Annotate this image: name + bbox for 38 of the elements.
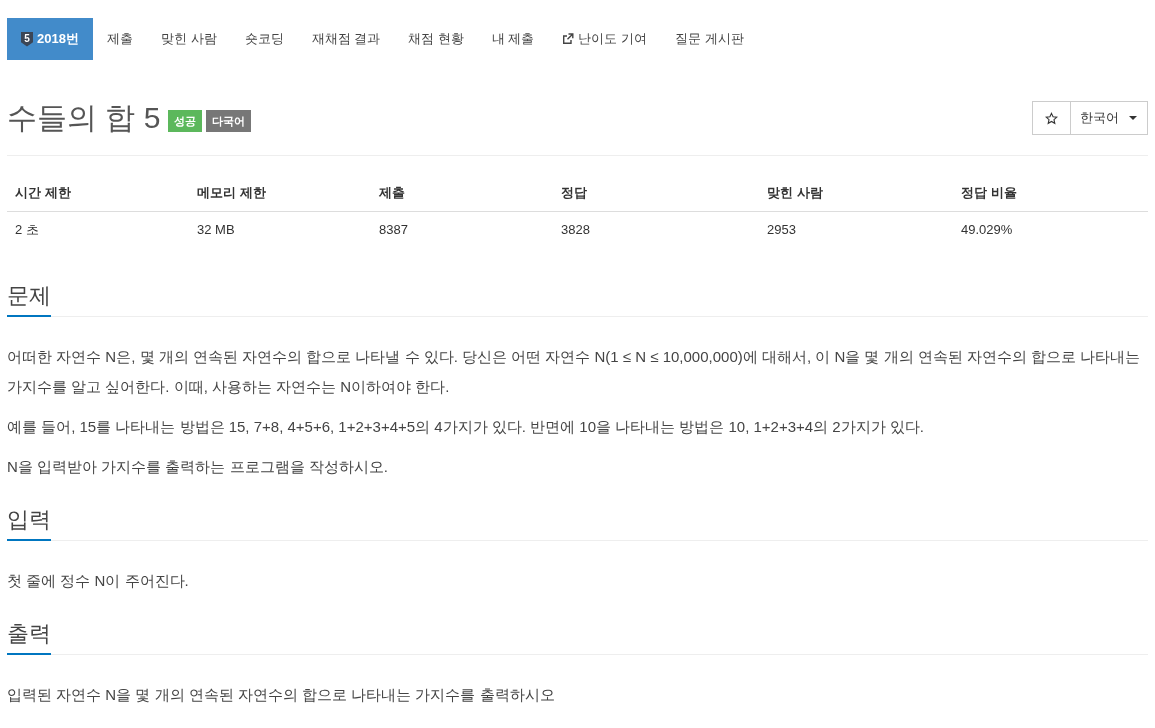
problem-title: 수들의 합 5 <box>7 101 161 135</box>
star-icon <box>1045 111 1058 125</box>
paragraph: 입력된 자연수 N을 몇 개의 연속된 자연수의 합으로 나타내는 가지수를 출력하시오 <box>7 685 556 705</box>
nav-tab[interactable]: 내 제출 <box>477 18 549 60</box>
nav-tab[interactable]: 제출 <box>92 18 147 60</box>
table-cell: 8387 <box>379 222 408 237</box>
level-badge: 5 <box>21 31 33 47</box>
language-select[interactable]: 한국어 <box>1070 101 1148 135</box>
section-heading: 문제 <box>7 281 51 317</box>
paragraph: 첫 줄에 정수 N이 주어진다. <box>7 571 190 591</box>
section-heading: 입력 <box>7 505 51 541</box>
caret-icon <box>1129 116 1137 120</box>
nav-tab[interactable]: 숏코딩 <box>230 18 298 60</box>
nav-tab[interactable]: 재채점 결과 <box>297 18 395 60</box>
paragraph: 예를 들어, 15를 나타내는 방법은 15, 7+8, 4+5+6, 1+2+3+4+5의 4가지가 있다. 반면에 10을 나타내는 방법은 10, 1+2+3+4의 2가지가 있다. <box>7 417 925 437</box>
paragraph: 어떠한 자연수 N은, 몇 개의 연속된 자연수의 합으로 나타낼 수 있다. 당신은 어떤 자연수 N(1 ≤ N ≤ 10,000,000)에 대해서, 이 N을 몇 개의 연속된 자연수의 합으로 나타내는 가지수를 알고 싶어한다. 이때, 사용하는 자연수는 N이하여야 한다. <box>7 347 1142 397</box>
status-label: 성공 <box>168 110 203 132</box>
nav-tab[interactable]: 채점 현황 <box>394 18 478 60</box>
nav-tab[interactable]: 난이도 기여 <box>548 18 662 60</box>
column-header: 시간 제한 <box>15 185 71 200</box>
column-header: 정답 비율 <box>961 185 1017 200</box>
table-cell: 2953 <box>767 222 796 237</box>
nav-tab[interactable]: 5 2018번 <box>7 18 93 60</box>
paragraph: N을 입력받아 가지수를 출력하는 프로그램을 작성하시오. <box>7 457 389 477</box>
column-header: 맞힌 사람 <box>767 185 823 200</box>
table-cell: 2 초 <box>15 222 39 237</box>
section-heading: 출력 <box>7 619 51 655</box>
status-label: 다국어 <box>206 110 252 132</box>
table-cell: 32 MB <box>197 222 235 237</box>
favorite-button[interactable] <box>1032 101 1071 135</box>
table-cell: 49.029% <box>961 222 1013 237</box>
table-cell: 3828 <box>561 222 590 237</box>
external-link-icon <box>562 33 575 45</box>
column-header: 메모리 제한 <box>197 185 266 200</box>
column-header: 제출 <box>379 185 405 200</box>
nav-tab[interactable]: 질문 게시판 <box>661 18 758 60</box>
nav-tab[interactable]: 맞힌 사람 <box>146 18 231 60</box>
column-header: 정답 <box>561 185 587 200</box>
